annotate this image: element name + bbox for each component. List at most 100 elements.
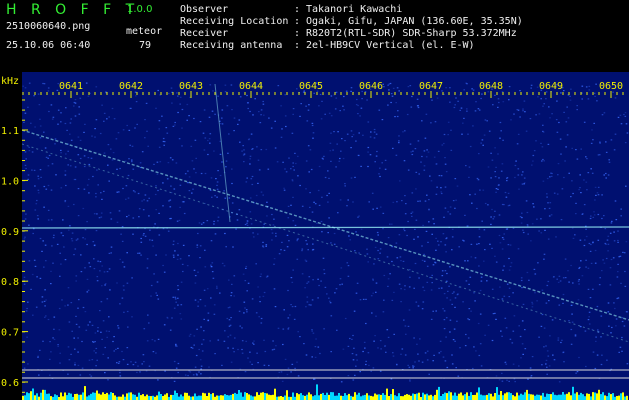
noise-speck	[570, 343, 573, 345]
noise-speck	[406, 234, 408, 237]
noise-speck	[301, 273, 304, 275]
noise-speck	[158, 128, 160, 130]
noise-speck	[376, 231, 379, 234]
noise-speck	[410, 106, 413, 108]
noise-speck	[559, 280, 562, 282]
noise-speck	[332, 149, 334, 151]
noise-speck	[284, 94, 286, 96]
noise-speck	[296, 88, 298, 90]
noise-speck	[295, 162, 297, 165]
noise-speck	[24, 87, 27, 89]
noise-speck	[24, 151, 27, 153]
noise-speck	[613, 231, 615, 233]
noise-speck	[413, 287, 415, 289]
noise-speck	[421, 155, 423, 158]
noise-speck	[590, 215, 592, 217]
noise-speck	[77, 351, 79, 353]
noise-speck	[219, 153, 222, 155]
histogram-bar	[576, 392, 578, 400]
noise-speck	[208, 116, 211, 118]
noise-speck	[514, 381, 516, 383]
noise-speck	[333, 131, 335, 133]
noise-speck	[430, 122, 432, 124]
noise-speck	[28, 146, 30, 148]
histogram-bar	[186, 392, 188, 400]
noise-speck	[65, 107, 67, 109]
noise-speck	[541, 160, 543, 162]
histogram-bar	[390, 394, 392, 400]
histogram-bar	[66, 395, 68, 400]
noise-speck	[202, 132, 205, 134]
noise-speck	[189, 371, 192, 373]
noise-speck	[340, 267, 343, 269]
noise-speck	[557, 174, 559, 176]
noise-speck	[522, 231, 525, 234]
noise-speck	[426, 149, 428, 151]
noise-speck	[333, 243, 336, 245]
histogram-bar	[386, 388, 388, 400]
noise-speck	[624, 112, 627, 114]
noise-speck	[411, 211, 414, 213]
noise-speck	[359, 371, 361, 373]
noise-speck	[601, 354, 603, 356]
noise-speck	[82, 306, 85, 309]
histogram-bar	[588, 393, 590, 400]
noise-speck	[511, 342, 514, 344]
histogram-bar	[604, 395, 606, 400]
noise-speck	[159, 161, 162, 163]
noise-speck	[480, 97, 482, 100]
noise-speck	[49, 358, 51, 360]
noise-speck	[466, 110, 468, 112]
histogram-bar	[172, 395, 174, 400]
noise-speck	[446, 366, 449, 369]
noise-speck	[476, 177, 479, 180]
noise-speck	[36, 276, 38, 278]
noise-speck	[291, 179, 294, 181]
noise-speck	[571, 147, 573, 149]
noise-speck	[623, 325, 626, 327]
noise-speck	[617, 271, 619, 273]
noise-speck	[251, 148, 253, 150]
noise-speck	[305, 188, 307, 190]
noise-speck	[244, 307, 246, 309]
noise-speck	[414, 361, 416, 363]
noise-speck	[428, 221, 430, 223]
noise-speck	[432, 360, 434, 362]
noise-speck	[575, 202, 577, 204]
noise-speck	[413, 337, 415, 339]
histogram-bar	[298, 394, 300, 400]
noise-speck	[502, 269, 504, 271]
noise-speck	[82, 237, 84, 239]
noise-speck	[85, 82, 88, 84]
noise-speck	[24, 236, 26, 238]
noise-speck	[60, 187, 63, 189]
noise-speck	[31, 151, 34, 153]
noise-speck	[210, 264, 212, 266]
noise-speck	[548, 207, 551, 209]
noise-speck	[162, 182, 164, 184]
noise-speck	[225, 166, 227, 168]
histogram-bar	[106, 392, 108, 400]
noise-speck	[235, 228, 237, 230]
noise-speck	[37, 192, 40, 194]
noise-speck	[144, 194, 147, 196]
histogram-bar	[584, 396, 586, 400]
noise-speck	[273, 348, 276, 350]
noise-speck	[328, 297, 330, 299]
noise-speck	[367, 146, 370, 149]
noise-speck	[416, 343, 418, 345]
noise-speck	[122, 187, 124, 190]
noise-speck	[617, 241, 619, 243]
noise-speck	[580, 192, 582, 194]
noise-speck	[211, 196, 213, 198]
noise-speck	[424, 200, 427, 202]
noise-speck	[330, 115, 333, 117]
noise-speck	[440, 187, 442, 189]
noise-speck	[322, 158, 324, 160]
noise-speck	[170, 217, 172, 220]
noise-speck	[143, 328, 146, 330]
noise-speck	[365, 298, 367, 300]
histogram-bar	[28, 393, 30, 400]
noise-speck	[128, 214, 130, 216]
histogram-bar	[114, 395, 116, 400]
